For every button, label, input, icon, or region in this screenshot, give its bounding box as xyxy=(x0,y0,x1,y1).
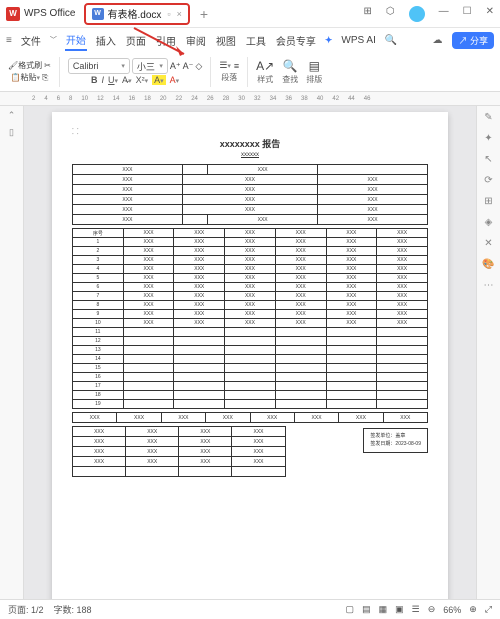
menu-ref[interactable]: 引用 xyxy=(155,31,177,50)
doc-subtitle: xxxxxx xyxy=(72,152,428,158)
wps-logo-icon: W xyxy=(6,7,20,21)
word-doc-icon: W xyxy=(92,8,104,20)
italic-button[interactable]: I xyxy=(102,75,105,85)
cloud-icon[interactable]: ☁ xyxy=(432,35,442,46)
zoom-level[interactable]: 66% xyxy=(443,605,461,615)
summary-table: XXXXXXXXXXXXXXXXXXXXXXXX xyxy=(72,412,428,423)
paragraph-label[interactable]: 段落 xyxy=(221,72,237,83)
page-scroll-area[interactable]: ⸬ xxxxxxxx 报告 xxxxxx XXXXXX XXXXXXXXX XX… xyxy=(24,106,476,599)
menu-review[interactable]: 审阅 xyxy=(185,31,207,50)
grow-font-icon[interactable]: A⁺ xyxy=(170,61,181,72)
chevron-down-icon[interactable]: ﹀ xyxy=(50,35,57,45)
main-data-table: 序号XXXXXXXXXXXXXXXXXX1XXXXXXXXXXXXXXXXXX2… xyxy=(72,228,428,409)
minimize-icon[interactable]: — xyxy=(439,6,449,22)
nav-up-icon[interactable]: ⌃ xyxy=(8,110,16,121)
document-page[interactable]: ⸬ xxxxxxxx 报告 xxxxxx XXXXXX XXXXXXXXX XX… xyxy=(52,112,448,599)
app-title: WPS Office xyxy=(24,8,76,19)
menu-view[interactable]: 视图 xyxy=(215,31,237,50)
font-group: Calibri▾ 小三▾ A⁺ A⁻ ◇ B I U▾ A̶▾ X²▾ A▾ A… xyxy=(66,58,204,85)
hamburger-icon[interactable]: ≡ xyxy=(6,35,12,46)
more-icon[interactable]: ⋯ xyxy=(484,280,494,291)
right-tool-panel: ✎ ✦ ↖ ⟳ ⊞ ◈ ✕ 🎨 ⋯ xyxy=(476,106,500,599)
tab-close-icon[interactable]: × xyxy=(177,9,182,19)
format-brush-button[interactable]: 🖌格式刷 xyxy=(8,60,42,71)
find-group[interactable]: 🔍 查找 xyxy=(280,59,300,85)
doc-title: xxxxxxxx 报告 xyxy=(72,137,428,150)
menu-tools[interactable]: 工具 xyxy=(245,31,267,50)
style-group[interactable]: A↗ 样式 xyxy=(254,59,276,85)
layers-icon[interactable]: ◈ xyxy=(485,217,493,228)
underline-button[interactable]: U▾ xyxy=(108,75,118,85)
font-color-button[interactable]: A▾ xyxy=(170,75,180,85)
layout-group[interactable]: ▤ 排版 xyxy=(304,59,324,85)
window-controls: ⊞ ⬡ — ☐ ✕ xyxy=(364,6,494,22)
menu-page[interactable]: 页面 xyxy=(125,31,147,50)
menu-bar: ≡ 文件 ﹀ 开始 插入 页面 引用 审阅 视图 工具 会员专享 ✦ WPS A… xyxy=(0,28,500,52)
outline-icon[interactable]: ☰ xyxy=(412,604,420,615)
footer-table: XXXXXXXXXXXX XXXXXXXXXXXX XXXXXXXXXXXX X… xyxy=(72,426,286,477)
wps-ai-icon: ✦ xyxy=(325,35,333,46)
clipboard-group: 🖌格式刷 ✂ 📋粘贴▾ ⎘ xyxy=(6,60,53,83)
signature-box: 签发单位：盖章 签发日期：2023-08-09 xyxy=(363,428,428,453)
refresh-icon[interactable]: ⟳ xyxy=(484,175,492,186)
clip-icon[interactable]: ⊞ xyxy=(484,196,492,207)
title-bar: W WPS Office W 有表格.docx ▫ × + ⊞ ⬡ — ☐ ✕ xyxy=(0,0,500,28)
left-gutter: ⌃ ▯ xyxy=(0,106,24,599)
menu-ai[interactable]: WPS AI xyxy=(340,33,376,48)
tab-menu-icon[interactable]: ▫ xyxy=(167,9,170,19)
web-layout-icon[interactable]: ▦ xyxy=(379,604,388,615)
sparkle-icon[interactable]: ✦ xyxy=(484,133,492,144)
bold-button[interactable]: B xyxy=(91,75,98,85)
zoom-out-icon[interactable]: ⊖ xyxy=(428,604,436,615)
layout-icon: ▤ xyxy=(309,59,320,73)
paragraph-group: ☰▾ ≡ 段落 xyxy=(217,60,241,83)
paste-button[interactable]: 📋粘贴▾ xyxy=(10,72,39,83)
font-size-select[interactable]: 小三▾ xyxy=(132,58,168,74)
apps-icon[interactable]: ⊞ xyxy=(364,6,372,22)
share-button[interactable]: ↗ 分享 xyxy=(452,32,494,49)
clear-format-icon[interactable]: ◇ xyxy=(195,61,202,72)
print-layout-icon[interactable]: ▣ xyxy=(395,604,404,615)
bullet-list-icon[interactable]: ☰▾ xyxy=(219,60,231,71)
workspace: ⌃ ▯ ⸬ xxxxxxxx 报告 xxxxxx XXXXXX XXXXXXXX… xyxy=(0,106,500,599)
word-count[interactable]: 字数: 188 xyxy=(54,603,92,616)
horizontal-ruler[interactable]: 2468101214161820222426283032343638404244… xyxy=(0,92,500,106)
cut-icon[interactable]: ✂ xyxy=(44,61,51,70)
status-bar: 页面: 1/2 字数: 188 ▢ ▤ ▦ ▣ ☰ ⊖ 66% ⊕ ⤢ xyxy=(0,599,500,619)
style-icon: A↗ xyxy=(256,59,274,73)
strike-button[interactable]: A̶▾ xyxy=(122,75,132,85)
new-tab-button[interactable]: + xyxy=(200,6,208,22)
find-icon: 🔍 xyxy=(283,59,298,73)
close-icon[interactable]: ✕ xyxy=(486,6,494,22)
cube-icon[interactable]: ⬡ xyxy=(386,6,395,22)
pencil-icon[interactable]: ✎ xyxy=(484,112,492,123)
nav-outline-icon[interactable]: ▯ xyxy=(9,127,14,138)
align-left-icon[interactable]: ≡ xyxy=(234,61,239,71)
highlight-button[interactable]: A▾ xyxy=(152,75,166,85)
page-indicator[interactable]: 页面: 1/2 xyxy=(8,603,44,616)
fit-icon[interactable]: ⤢ xyxy=(485,604,492,615)
ribbon-toolbar: 🖌格式刷 ✂ 📋粘贴▾ ⎘ Calibri▾ 小三▾ A⁺ A⁻ ◇ B I U… xyxy=(0,52,500,92)
palette-icon[interactable]: 🎨 xyxy=(482,259,494,270)
document-tab[interactable]: W 有表格.docx ▫ × xyxy=(84,3,190,25)
copy-icon[interactable]: ⎘ xyxy=(42,73,48,83)
search-icon[interactable]: 🔍 xyxy=(385,35,397,46)
asterisk-icon[interactable]: ✕ xyxy=(484,238,492,249)
cursor-icon[interactable]: ↖ xyxy=(484,154,492,165)
menu-member[interactable]: 会员专享 xyxy=(275,31,317,50)
header-table: XXXXXX XXXXXXXXX XXXXXXXXX XXXXXXXXX XXX… xyxy=(72,164,428,225)
maximize-icon[interactable]: ☐ xyxy=(463,6,472,22)
menu-insert[interactable]: 插入 xyxy=(95,31,117,50)
zoom-in-icon[interactable]: ⊕ xyxy=(469,604,477,615)
menu-start[interactable]: 开始 xyxy=(65,30,87,51)
reading-icon[interactable]: ▤ xyxy=(362,604,371,615)
menu-file[interactable]: 文件 xyxy=(20,31,42,50)
superscript-button[interactable]: X²▾ xyxy=(136,75,149,85)
tab-filename: 有表格.docx xyxy=(108,6,162,21)
spell-icon[interactable]: ▢ xyxy=(346,604,355,615)
font-family-select[interactable]: Calibri▾ xyxy=(68,58,130,74)
shrink-font-icon[interactable]: A⁻ xyxy=(183,61,194,72)
user-avatar[interactable] xyxy=(409,6,425,22)
